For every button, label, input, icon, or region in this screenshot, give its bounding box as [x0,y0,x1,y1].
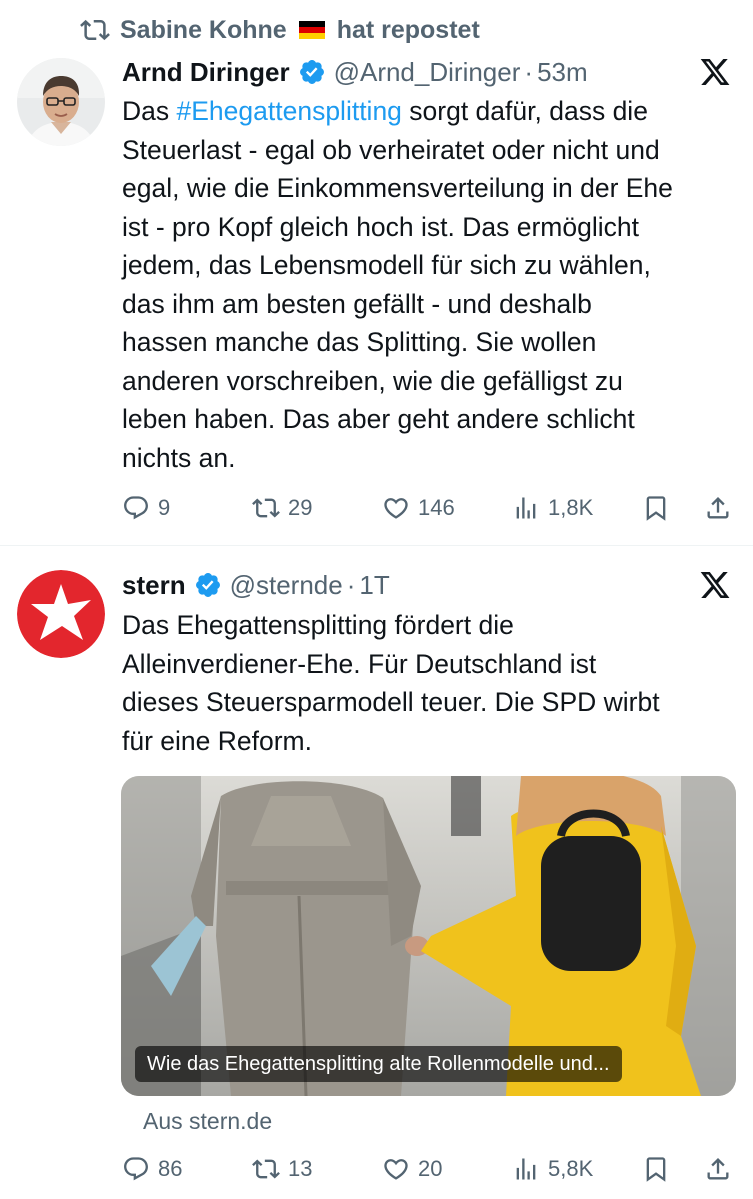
repost-icon [252,1159,280,1179]
author-handle[interactable]: @sternde [230,570,343,601]
share-button[interactable] [704,1149,732,1189]
tweet-text-line: anderen vorschreiben, wie die gefälligst… [122,365,623,396]
author-handle[interactable]: @Arnd_Diringer [334,57,521,88]
tweet-text-line: jedem, das Lebensmodell für sich zu wähl… [122,250,651,280]
tweet-text-line: ist - pro Kopf gleich hoch ist. Das ermö… [122,211,639,242]
tweet-text-line: Das Ehegattensplitting fördert die [122,610,514,640]
repost-icon [80,19,110,41]
card-source[interactable]: Aus stern.de [143,1108,272,1135]
repost-user[interactable]: Sabine Kohne [120,16,287,45]
views-icon [516,1158,536,1180]
views-icon [516,497,536,519]
repost-button[interactable]: 29 [252,488,312,528]
share-icon [707,1158,729,1180]
action-bar: 9 29 146 1,8K [122,488,742,528]
views-button[interactable]: 1,8K [512,488,593,528]
tweet-text-line: Steuerlast - egal ob verheiratet oder ni… [122,134,660,165]
de-flag-emoji [298,21,325,39]
tweet-stern[interactable]: stern @sternde · 1T Das Ehegattensplitti… [0,548,753,1199]
view-count: 1,8K [548,495,594,520]
tweet-text-line: hassen manche das Splitting. Sie wollen [122,327,597,357]
tweet-text: Das #Ehegattensplitting sorgt dafür, das… [122,92,742,477]
like-button[interactable]: 146 [382,488,455,528]
profile-photo [17,58,105,146]
tweet-text-line: Das #Ehegattensplitting sorgt dafür, das… [122,96,648,126]
x-logo-icon[interactable] [699,569,731,601]
tweet-text-line: dieses Steuersparmodell teuer. Die SPD w… [122,687,660,717]
avatar[interactable] [17,570,105,658]
heart-icon [384,1159,408,1180]
avatar[interactable] [17,58,105,146]
tweet-text-line: das ihm am besten gefällt - und deshalb [122,288,592,319]
verified-badge-icon[interactable] [194,571,222,599]
author-name[interactable]: stern [122,570,186,601]
share-icon [707,497,729,519]
tweet-arnd-diringer[interactable]: Arnd Diringer @Arnd_Diringer · 53m Das #… [0,50,753,546]
link-card-image[interactable]: Wie das Ehegattensplitting alte Rollenmo… [121,776,736,1096]
tweet-text: Das Ehegattensplitting fördert die Allei… [122,606,742,760]
tweet-header: Arnd Diringer @Arnd_Diringer · 53m [122,52,588,92]
bookmark-icon [646,1157,666,1182]
reply-count: 9 [158,495,171,520]
reply-button[interactable]: 86 [122,1149,182,1189]
share-button[interactable] [704,488,732,528]
timestamp[interactable]: 1T [359,570,389,601]
repost-icon [252,498,280,518]
tweet-text-line: leben haben. Das aber geht andere schlic… [122,404,635,434]
action-bar: 86 13 20 5,8K [122,1149,742,1189]
heart-icon [384,498,408,519]
verified-badge-icon[interactable] [298,58,326,86]
view-count: 5,8K [548,1156,594,1181]
repost-count: 29 [288,495,313,520]
x-logo-icon[interactable] [699,56,731,88]
timestamp[interactable]: 53m [537,57,588,88]
repost-button[interactable]: 13 [252,1149,312,1189]
tweet-header: stern @sternde · 1T [122,565,390,605]
hashtag-link[interactable]: #Ehegattensplitting [177,96,402,126]
bookmark-button[interactable] [642,1149,670,1189]
like-count: 20 [418,1156,443,1181]
views-button[interactable]: 5,8K [512,1149,593,1189]
tweet-text-line: für eine Reform. [122,725,312,756]
tweet-text-line: Alleinverdiener-Ehe. Für Deutschland ist [122,648,597,679]
card-title[interactable]: Wie das Ehegattensplitting alte Rollenmo… [135,1046,622,1082]
separator-dot: · [346,569,356,600]
like-button[interactable]: 20 [382,1149,442,1189]
repost-indicator[interactable]: Sabine Kohne hat repostet [80,14,480,46]
reply-icon [124,1157,148,1181]
repost-count: 13 [288,1156,313,1181]
bookmark-icon [646,496,666,521]
reply-icon [124,496,148,520]
tweet-text-line: nichts an. [122,442,236,473]
author-name[interactable]: Arnd Diringer [122,57,290,88]
bookmark-button[interactable] [642,488,670,528]
reply-button[interactable]: 9 [122,488,170,528]
like-count: 146 [418,495,455,520]
tweet-text-line: egal, wie die Einkommensverteilung in de… [122,173,673,203]
reply-count: 86 [158,1156,183,1181]
separator-dot: · [524,56,534,87]
repost-label: hat repostet [336,15,480,44]
stern-logo [17,570,105,658]
